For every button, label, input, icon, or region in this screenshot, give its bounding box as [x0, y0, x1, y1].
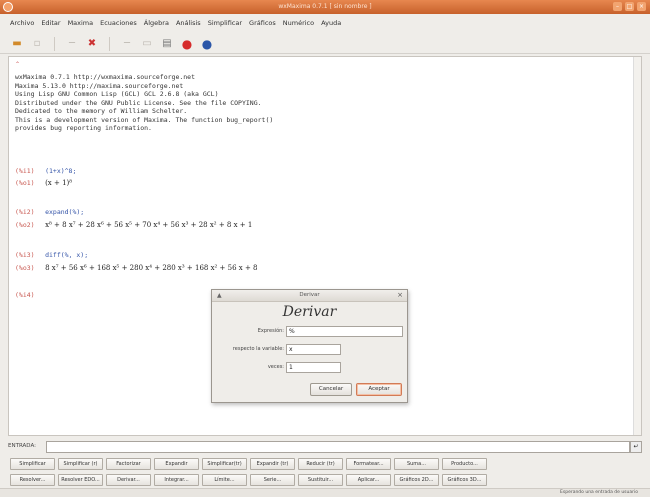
minimize-icon[interactable]: – [613, 2, 622, 11]
title-bar: wxMaxima 0.7.1 [ sin nombre ] – □ × [0, 0, 650, 14]
output-cell: (%o1) (x + 1)⁸ [15, 179, 72, 187]
dialog-heading: Derivar [282, 304, 337, 320]
output-cell: (%o3) 8 x⁷ + 56 x⁶ + 168 x⁵ + 280 x⁴ + 2… [15, 264, 258, 272]
expandir-tr-button[interactable]: Expandir (tr) [250, 458, 295, 470]
banner-line: provides bug reporting information. [15, 124, 152, 132]
dialog-titlebar: ▲ Derivar × [212, 290, 407, 302]
output-label: (%o3) [15, 264, 35, 272]
menu-ayuda[interactable]: Ayuda [321, 19, 341, 27]
toolbar: ▬ ▫ ─ ✖ ─ ▭ ▤ ● ● [0, 34, 650, 54]
times-field[interactable]: 1 [286, 362, 341, 373]
menu-numerico[interactable]: Numérico [283, 19, 314, 27]
limite-button[interactable]: Límite... [202, 474, 247, 486]
input-expression[interactable]: (1+x)^8; [45, 167, 76, 175]
input-label: (%i3) [15, 251, 35, 259]
cut-icon[interactable]: ─ [65, 37, 79, 51]
menu-analisis[interactable]: Análisis [176, 19, 201, 27]
derivar-button[interactable]: Derivar... [106, 474, 151, 486]
graficos-3d-button[interactable]: Gráficos 3D... [442, 474, 487, 486]
vertical-scrollbar[interactable] [633, 57, 641, 435]
dialog-title: Derivar [299, 292, 320, 298]
close-icon[interactable]: × [637, 2, 646, 11]
help-icon[interactable]: ● [200, 37, 214, 51]
menu-editar[interactable]: Editar [41, 19, 60, 27]
expression-field[interactable]: % [286, 326, 403, 337]
input-expression[interactable]: diff(%, x); [45, 251, 88, 259]
reducir-tr-button[interactable]: Reducir (tr) [298, 458, 343, 470]
entry-label: ENTRADA: [8, 443, 36, 449]
input-label: (%i2) [15, 208, 35, 216]
resolver-button[interactable]: Resolver... [10, 474, 55, 486]
simplificar-button[interactable]: Simplificar [10, 458, 55, 470]
status-bar: Esperando una entrada de usuario [0, 488, 650, 497]
suma-button[interactable]: Suma... [394, 458, 439, 470]
banner-line: wxMaxima 0.7.1 http://wxmaxima.sourcefor… [15, 73, 196, 81]
variable-label: respecto la variable: [232, 346, 284, 352]
expandir-button[interactable]: Expandir [154, 458, 199, 470]
entry-input[interactable] [46, 441, 630, 453]
input-label: (%i1) [15, 167, 35, 175]
ok-button[interactable]: Aceptar [356, 383, 402, 396]
menu-graficos[interactable]: Gráficos [249, 19, 276, 27]
integrar-button[interactable]: Integrar... [154, 474, 199, 486]
print-icon[interactable]: ▤ [160, 37, 174, 51]
input-expression[interactable]: expand(%); [45, 208, 84, 216]
window-title: wxMaxima 0.7.1 [ sin nombre ] [278, 3, 372, 10]
variable-field[interactable]: x [286, 344, 341, 355]
factorizar-button[interactable]: Factorizar [106, 458, 151, 470]
status-text: Esperando una entrada de usuario [560, 490, 638, 495]
input-label: (%i4) [15, 291, 35, 299]
input-cell[interactable]: (%i1) (1+x)^8; [15, 167, 76, 175]
banner-line: Distributed under the GNU Public License… [15, 98, 262, 107]
simplificar-r-button[interactable]: Simplificar (r) [58, 458, 103, 470]
simplificar-tr-button[interactable]: Simplificar(tr) [202, 458, 247, 470]
aplicar-button[interactable]: Aplicar... [346, 474, 391, 486]
output-expression: 8 x⁷ + 56 x⁶ + 168 x⁵ + 280 x⁴ + 280 x³ … [45, 264, 258, 272]
stop-icon[interactable]: ● [180, 37, 194, 51]
banner-line: Using Lisp GNU Common Lisp (GCL) GCL 2.6… [15, 90, 219, 98]
times-label: veces: [267, 364, 284, 370]
save-icon[interactable]: ▫ [30, 37, 44, 51]
sustituir-button[interactable]: Sustituir... [298, 474, 343, 486]
menu-archivo[interactable]: Archivo [10, 19, 34, 27]
banner-line: Maxima 5.13.0 http://maxima.sourceforge.… [15, 81, 184, 90]
output-cell: (%o2) x⁸ + 8 x⁷ + 28 x⁶ + 56 x⁵ + 70 x⁴ … [15, 221, 252, 229]
toolbar-separator [54, 36, 55, 51]
formatear-button[interactable]: Formatear... [346, 458, 391, 470]
output-label: (%o1) [15, 179, 35, 187]
cancel-button[interactable]: Cancelar [310, 383, 352, 396]
enter-icon[interactable]: ↵ [630, 441, 642, 453]
input-cell[interactable]: (%i2) expand(%); [15, 208, 84, 216]
open-icon[interactable]: ▬ [10, 37, 24, 51]
button-panel-row-1: Simplificar Simplificar (r) Factorizar E… [10, 458, 487, 470]
entry-bar: ENTRADA: ↵ [8, 441, 642, 454]
banner-line: This is a development version of Maxima.… [15, 115, 274, 124]
banner-line: Dedicated to the memory of William Schel… [15, 107, 188, 115]
paste-icon[interactable]: ▭ [140, 37, 154, 51]
delete-icon[interactable]: ✖ [85, 37, 99, 51]
close-icon[interactable]: × [397, 291, 403, 299]
menu-algebra[interactable]: Álgebra [144, 19, 169, 27]
menu-bar: Archivo Editar Maxima Ecuaciones Álgebra… [0, 14, 650, 32]
output-expression: x⁸ + 8 x⁷ + 28 x⁶ + 56 x⁵ + 70 x⁴ + 56 x… [45, 221, 253, 229]
menu-ecuaciones[interactable]: Ecuaciones [100, 19, 137, 27]
maximize-icon[interactable]: □ [625, 2, 634, 11]
derivar-dialog: ▲ Derivar × Derivar Expresión: % respect… [211, 289, 408, 403]
copy-icon[interactable]: ─ [120, 37, 134, 51]
expression-label: Expresión: [257, 328, 284, 334]
output-expression: (x + 1)⁸ [45, 179, 73, 187]
graficos-2d-button[interactable]: Gráficos 2D... [394, 474, 439, 486]
pending-input-cell[interactable]: (%i4) [15, 291, 43, 299]
input-cell[interactable]: (%i3) diff(%, x); [15, 251, 88, 259]
producto-button[interactable]: Producto... [442, 458, 487, 470]
cell-cursor: ⌃ [15, 61, 21, 68]
menu-simplificar[interactable]: Simplificar [208, 19, 242, 27]
serie-button[interactable]: Serie... [250, 474, 295, 486]
resolver-edo-button[interactable]: Resolver EDO... [58, 474, 103, 486]
output-label: (%o2) [15, 221, 35, 229]
menu-maxima[interactable]: Maxima [68, 19, 94, 27]
toolbar-separator [109, 36, 110, 51]
button-panel-row-2: Resolver... Resolver EDO... Derivar... I… [10, 474, 487, 486]
startup-banner: wxMaxima 0.7.1 http://wxmaxima.sourcefor… [15, 73, 273, 133]
